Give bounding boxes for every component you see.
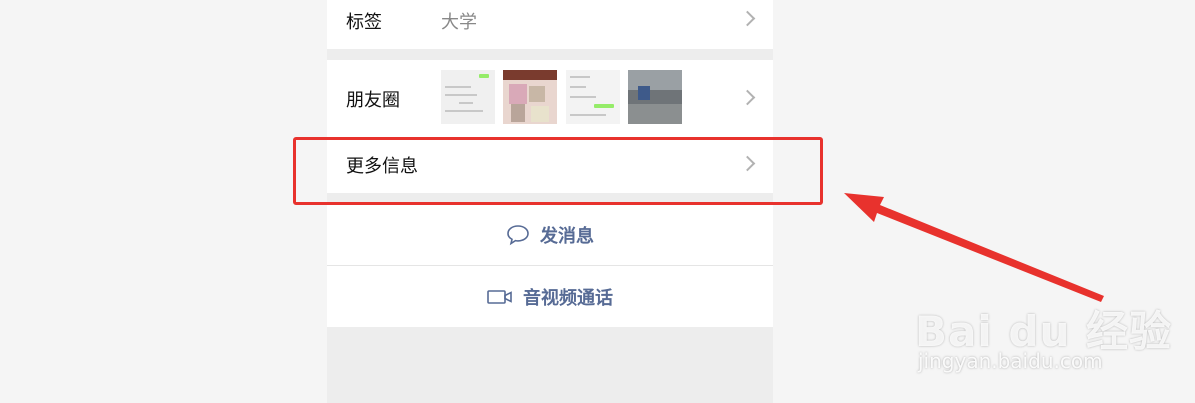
watermark-url: jingyan.baidu.com: [918, 349, 1103, 373]
